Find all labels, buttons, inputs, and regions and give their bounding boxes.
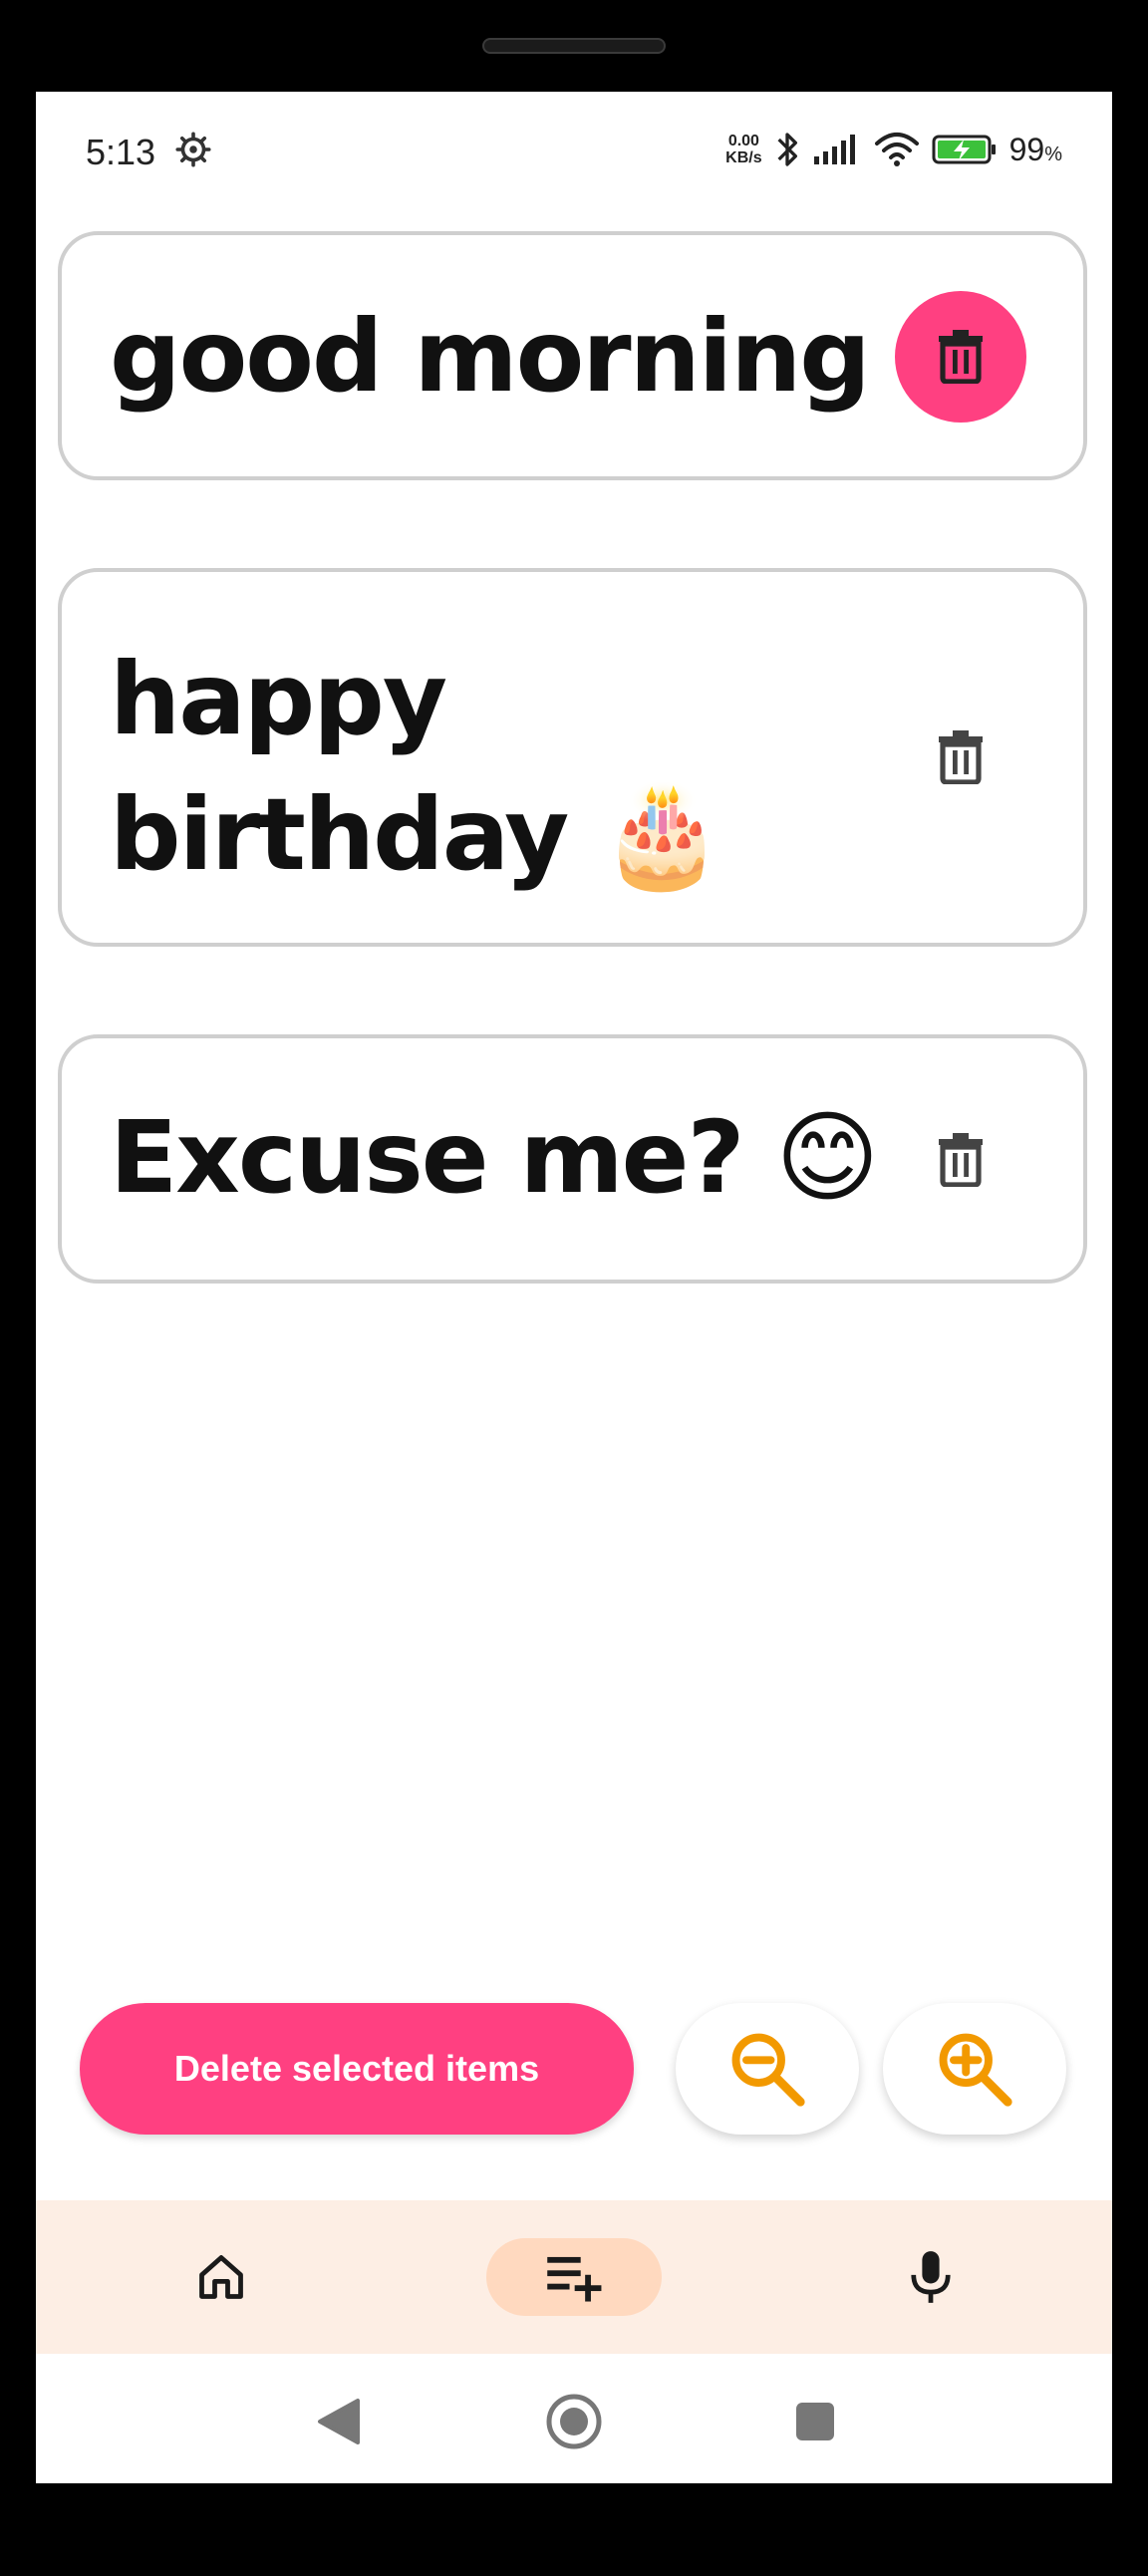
bluetooth-icon — [777, 133, 797, 166]
nav-home[interactable] — [173, 2238, 269, 2316]
settings-gear-icon — [175, 132, 211, 167]
home-circle-icon — [546, 2394, 602, 2449]
bottom-navigation — [36, 2200, 1112, 2354]
nav-phrases[interactable] — [486, 2238, 662, 2316]
delete-phrase-button[interactable] — [895, 1094, 1026, 1226]
back-triangle-icon — [318, 2399, 360, 2444]
battery-percentage-value: 99 — [1008, 131, 1045, 167]
zoom-out-button[interactable] — [676, 2003, 859, 2135]
battery-percentage-sign: % — [1044, 143, 1062, 165]
zoom-in-icon — [939, 2033, 1012, 2107]
earpiece-speaker — [482, 38, 666, 54]
system-recents-button[interactable] — [785, 2392, 845, 2451]
phrase-card[interactable]: Excuse me? 😊 — [58, 1034, 1087, 1284]
phrase-text: good morning — [110, 298, 871, 415]
battery-percentage: 99% — [1009, 132, 1062, 168]
network-speed-value: 0.00 — [727, 133, 759, 149]
phrase-card[interactable]: happy birthday 🎂 — [58, 568, 1087, 947]
trash-icon — [939, 1133, 983, 1187]
delete-phrase-button[interactable] — [895, 692, 1026, 823]
system-home-button[interactable] — [544, 2392, 604, 2451]
status-indicators: 0.00 KB/s 99% — [725, 128, 1062, 171]
wifi-icon — [874, 133, 919, 166]
trash-icon — [939, 330, 983, 384]
network-speed-unit: KB/s — [725, 149, 762, 166]
network-speed: 0.00 KB/s — [725, 133, 761, 166]
system-back-button[interactable] — [309, 2392, 369, 2451]
status-time: 5:13 — [86, 132, 156, 172]
trash-icon — [939, 730, 983, 784]
phone-frame: 5:13 0.00 KB/s 99% good morning happy bi… — [0, 0, 1148, 2576]
zoom-out-icon — [731, 2033, 805, 2107]
microphone-icon — [911, 2251, 951, 2303]
status-bar: 5:13 0.00 KB/s 99% — [36, 92, 1112, 216]
playlist-add-icon — [547, 2256, 602, 2302]
home-icon — [199, 2255, 243, 2299]
zoom-in-button[interactable] — [883, 2003, 1066, 2135]
recents-square-icon — [796, 2403, 834, 2440]
app-screen: 5:13 0.00 KB/s 99% good morning happy bi… — [36, 92, 1112, 2483]
phrase-text: Excuse me? 😊 — [110, 1099, 880, 1216]
battery-charging-icon — [932, 135, 996, 164]
phrase-card[interactable]: good morning — [58, 231, 1087, 480]
signal-icon — [813, 135, 855, 164]
phrase-text: happy birthday 🎂 — [110, 641, 724, 893]
delete-selected-button[interactable]: Delete selected items — [80, 2003, 634, 2135]
nav-microphone[interactable] — [883, 2238, 979, 2316]
delete-phrase-button[interactable] — [895, 291, 1026, 423]
system-navigation-bar — [36, 2354, 1112, 2483]
